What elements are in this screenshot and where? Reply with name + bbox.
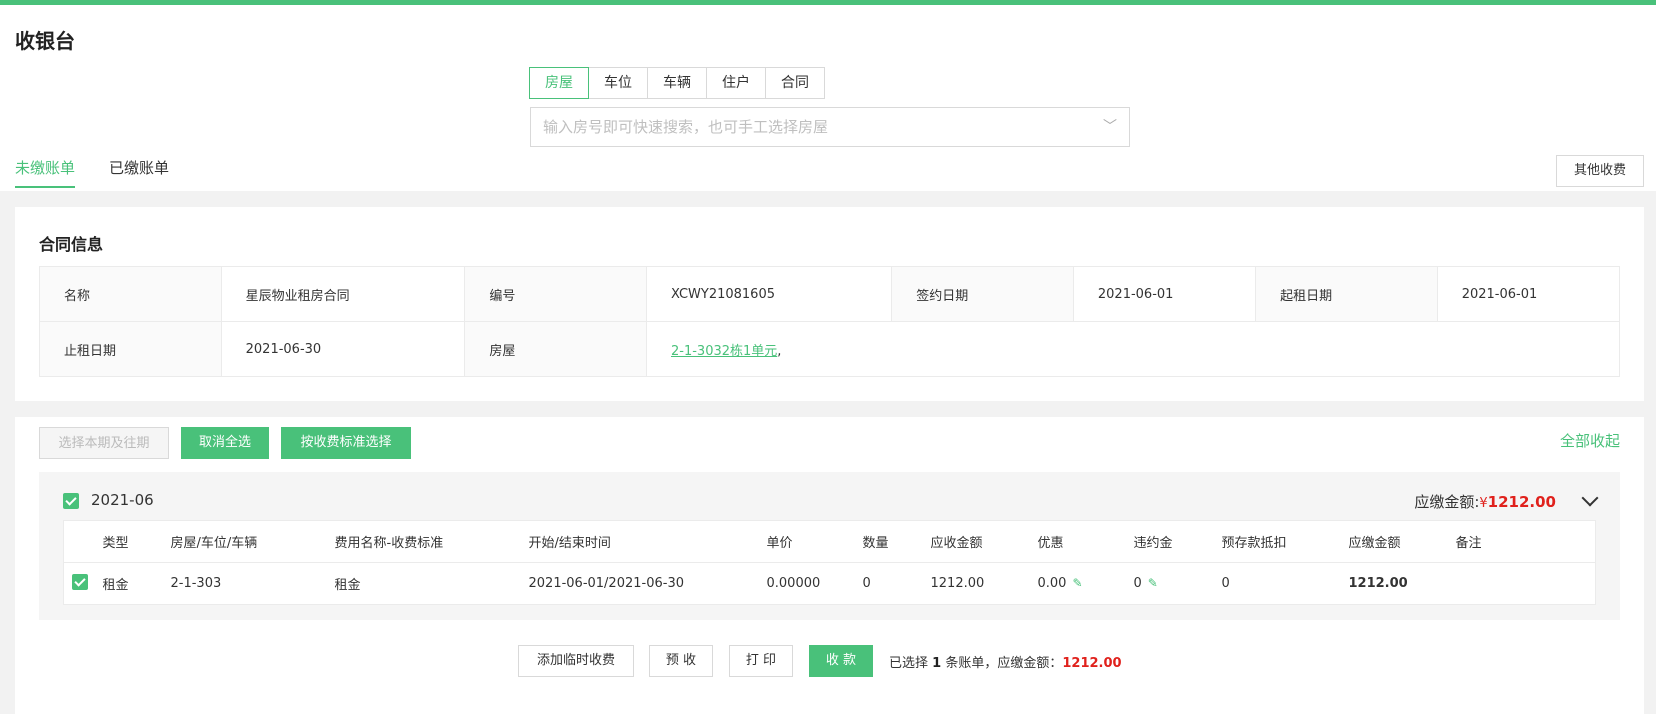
contract-info-title: 合同信息 (39, 235, 104, 254)
start-date-value: 2021-06-01 (1436, 266, 1621, 322)
tab-vehicle[interactable]: 车辆 (647, 67, 707, 99)
house-value: 2-1-3032栋1单元, (646, 321, 1620, 377)
row-fee-name: 租金 (334, 562, 529, 605)
summary-prefix: 已选择 (889, 656, 929, 671)
row-payable: 1212.00 (1348, 562, 1456, 605)
house-search-select[interactable]: ﹀ (530, 107, 1130, 147)
row-remark (1455, 562, 1596, 605)
header-checkbox-cell (63, 520, 103, 563)
row-discount-cell: 0.00 ✎ (1037, 562, 1134, 605)
fee-table: 类型 房屋/车位/车辆 费用名称-收费标准 开始/结束时间 单价 数量 应收金额… (63, 520, 1596, 605)
header-fee-name: 费用名称-收费标准 (334, 520, 529, 563)
pencil-icon[interactable]: ✎ (1072, 576, 1082, 590)
select-current-past-button[interactable]: 选择本期及往期 (39, 427, 169, 459)
header-remark: 备注 (1455, 520, 1596, 563)
row-penalty: 0 (1133, 576, 1142, 591)
group-due-amount: 应缴金额:¥1212.00 (1414, 491, 1556, 512)
prepay-button[interactable]: 预 收 (649, 645, 713, 677)
summary-mid: 条账单，应缴金额： (945, 656, 1063, 671)
group-checkbox-icon[interactable] (63, 493, 79, 509)
house-suffix: , (777, 343, 782, 359)
type-tabs: 房屋 车位 车辆 住户 合同 (529, 67, 825, 99)
tab-resident[interactable]: 住户 (706, 67, 766, 99)
row-penalty-cell: 0 ✎ (1133, 562, 1222, 605)
sign-date-value: 2021-06-01 (1072, 266, 1257, 322)
header-quantity: 数量 (862, 520, 931, 563)
contract-info-table: 名称 星辰物业租房合同 编号 XCWY21081605 签约日期 2021-06… (39, 266, 1621, 377)
collapse-all-link[interactable]: 全部收起 (1560, 430, 1620, 451)
tab-unpaid-bills[interactable]: 未缴账单 (15, 157, 76, 188)
header-discount: 优惠 (1037, 520, 1134, 563)
end-date-value: 2021-06-30 (220, 321, 466, 377)
header-type: 类型 (102, 520, 171, 563)
row-discount: 0.00 (1037, 576, 1067, 591)
add-temp-fee-button[interactable]: 添加临时收费 (518, 645, 634, 677)
contract-info-card: 合同信息 名称 星辰物业租房合同 编号 XCWY21081605 签约日期 20… (15, 207, 1644, 401)
tab-parking[interactable]: 车位 (588, 67, 648, 99)
currency-symbol: ¥ (1479, 496, 1488, 511)
header-receivable: 应收金额 (930, 520, 1038, 563)
group-due-value: 1212.00 (1487, 493, 1556, 511)
bill-tabs: 未缴账单 已缴账单 (15, 157, 203, 188)
bottom-action-bar: 添加临时收费 预 收 打 印 收 款 已选择 1 条账单，应缴金额：1212.0… (15, 645, 1644, 677)
row-prepay-deduct: 0 (1221, 562, 1349, 605)
header-penalty: 违约金 (1133, 520, 1222, 563)
contract-name-label: 名称 (39, 266, 222, 322)
contract-code-label: 编号 (464, 266, 647, 322)
start-date-label: 起租日期 (1255, 266, 1438, 322)
row-quantity: 0 (862, 562, 931, 605)
select-by-standard-button[interactable]: 按收费标准选择 (281, 427, 411, 459)
print-button[interactable]: 打 印 (729, 645, 793, 677)
table-row: 租金 2-1-303 租金 2021-06-01/2021-06-30 0.00… (63, 562, 1596, 605)
header-period: 开始/结束时间 (528, 520, 767, 563)
header-panel: 收银台 房屋 车位 车辆 住户 合同 ﹀ 未缴账单 已缴账单 其他收费 (0, 5, 1656, 191)
row-unit-price: 0.00000 (766, 562, 863, 605)
collect-payment-button[interactable]: 收 款 (809, 645, 873, 677)
header-unit-price: 单价 (766, 520, 863, 563)
header-payable: 应缴金额 (1348, 520, 1456, 563)
row-receivable: 1212.00 (930, 562, 1038, 605)
sign-date-label: 签约日期 (891, 266, 1074, 322)
row-house: 2-1-303 (170, 562, 335, 605)
search-input[interactable] (531, 108, 1081, 146)
page-title: 收银台 (15, 29, 75, 53)
bill-group: 2021-06 应缴金额:¥1212.00 类型 房屋/车位/车辆 费用名称-收… (39, 472, 1620, 620)
group-period: 2021-06 (91, 491, 154, 509)
header-prepay-deduct: 预存款抵扣 (1221, 520, 1349, 563)
checkbox-checked-icon[interactable] (72, 573, 88, 590)
header-house: 房屋/车位/车辆 (170, 520, 335, 563)
pencil-icon[interactable]: ✎ (1148, 576, 1158, 590)
contract-name-value: 星辰物业租房合同 (220, 266, 466, 322)
house-link[interactable]: 2-1-3032栋1单元 (671, 344, 777, 359)
selection-summary: 已选择 1 条账单，应缴金额：1212.00 (889, 652, 1122, 671)
bills-card: 选择本期及往期 取消全选 按收费标准选择 全部收起 2021-06 应缴金额:¥… (15, 417, 1644, 714)
tab-contract[interactable]: 合同 (765, 67, 825, 99)
chevron-down-icon[interactable]: ﹀ (1103, 116, 1117, 136)
row-type: 租金 (102, 562, 171, 605)
chevron-down-icon[interactable] (1581, 489, 1599, 507)
row-checkbox-cell[interactable] (63, 562, 103, 605)
summary-amount: 1212.00 (1062, 656, 1122, 671)
summary-count: 1 (932, 656, 942, 671)
other-fee-button[interactable]: 其他收费 (1556, 155, 1644, 187)
contract-code-value: XCWY21081605 (645, 266, 893, 322)
group-due-label: 应缴金额: (1414, 493, 1480, 511)
tab-paid-bills[interactable]: 已缴账单 (109, 157, 169, 188)
house-label: 房屋 (464, 321, 647, 377)
fee-table-header: 类型 房屋/车位/车辆 费用名称-收费标准 开始/结束时间 单价 数量 应收金额… (63, 520, 1596, 563)
row-period: 2021-06-01/2021-06-30 (528, 562, 767, 605)
tab-house[interactable]: 房屋 (529, 67, 589, 99)
end-date-label: 止租日期 (39, 321, 222, 377)
cancel-all-button[interactable]: 取消全选 (181, 427, 269, 459)
